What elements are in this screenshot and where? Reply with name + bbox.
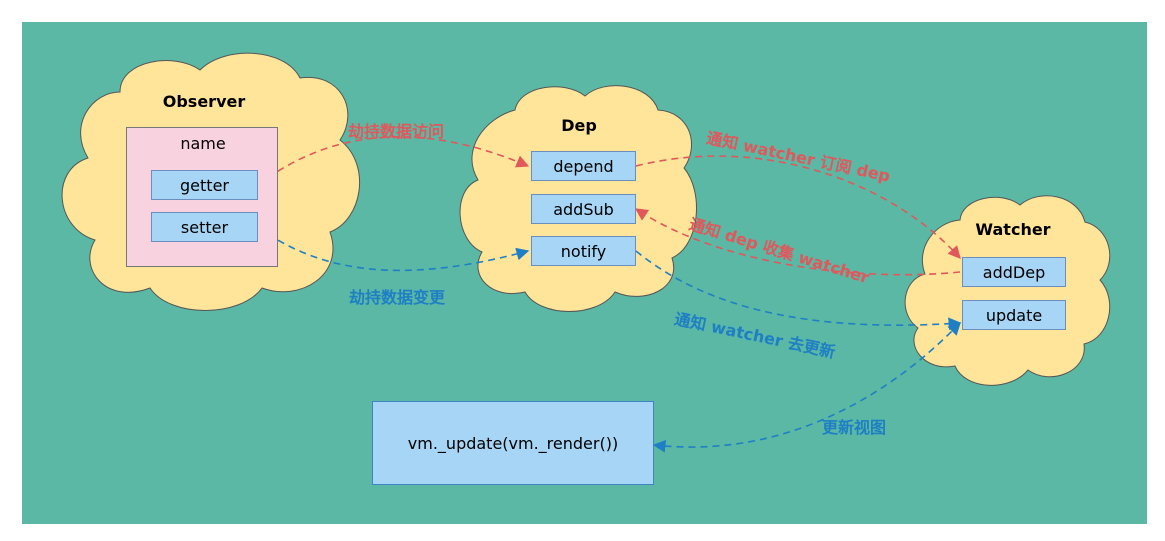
label-hijack-change: 劫持数据变更 xyxy=(349,288,446,307)
update-node: update xyxy=(962,300,1066,330)
notify-node: notify xyxy=(531,236,636,266)
setter-node: setter xyxy=(151,212,258,242)
watcher-title: Watcher xyxy=(975,220,1051,239)
diagram-canvas: Observer name getter setter Dep depend a… xyxy=(0,0,1165,541)
dep-title: Dep xyxy=(561,116,597,135)
depend-node: depend xyxy=(531,151,636,181)
adddep-node: addDep xyxy=(962,257,1066,287)
label-hijack-access: 劫持数据访问 xyxy=(348,122,445,141)
label-update-view: 更新视图 xyxy=(822,418,887,437)
observer-title: Observer xyxy=(162,92,246,111)
render-box: vm._update(vm._render()) xyxy=(372,401,654,485)
getter-node: getter xyxy=(151,170,258,200)
addsub-node: addSub xyxy=(531,194,636,224)
observer-name-label: name xyxy=(180,134,226,153)
